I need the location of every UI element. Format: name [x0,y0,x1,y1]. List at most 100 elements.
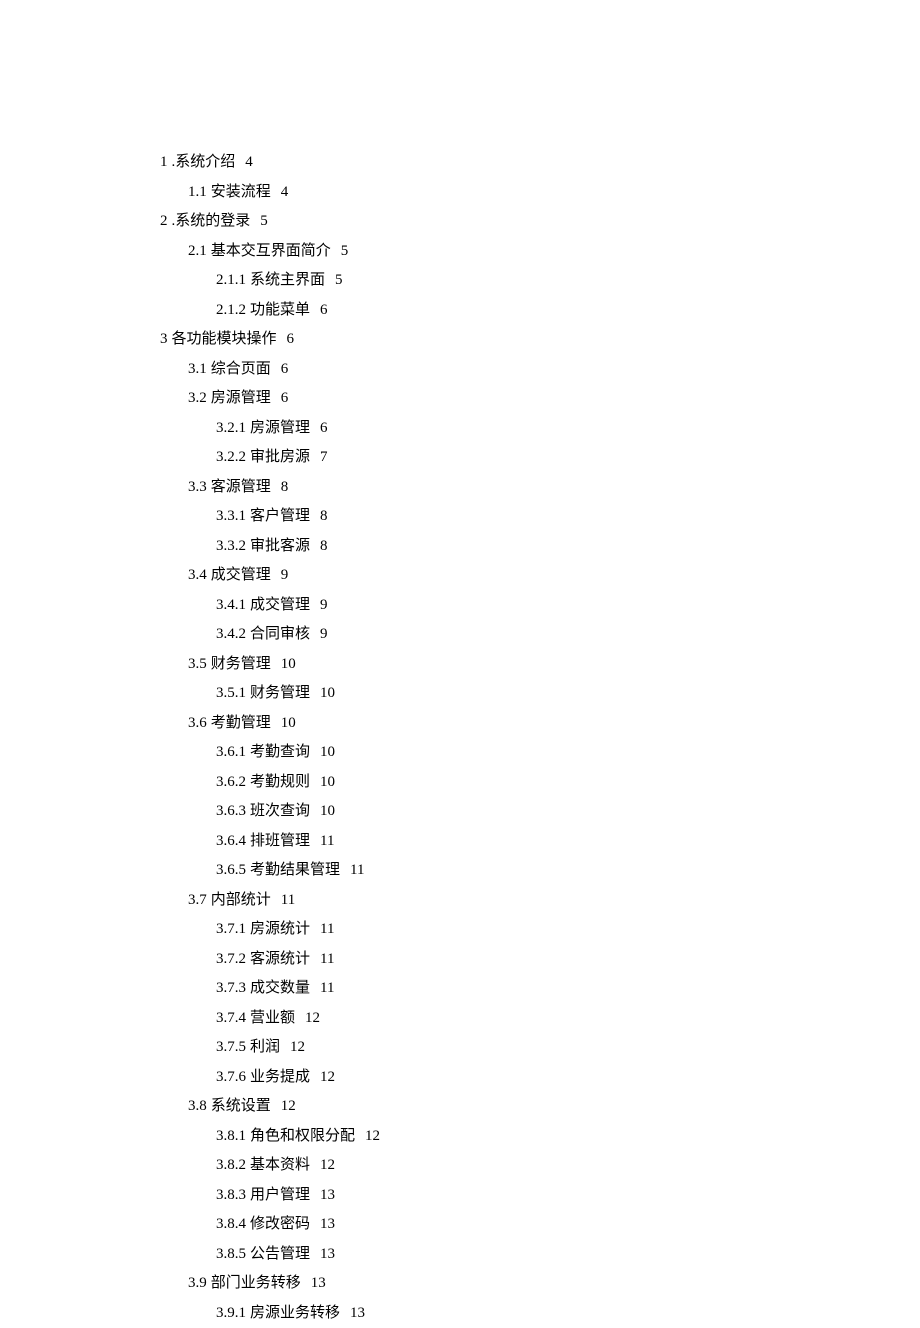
table-of-contents: 1.系统介绍4 1.1安装流程 4 2.系统的登录5 2.1基本交互界面简介5 2.1.1… [160,148,920,1328]
toc-entry-page: 10 [320,744,335,760]
toc-entry: 2.系统的登录5 [160,207,920,237]
toc-entry-title: 排班管理 [250,833,310,849]
toc-entry-number: 3.7.5 [216,1039,246,1055]
toc-entry-title: 基本资料 [250,1157,310,1173]
toc-entry-number: 3.6.4 [216,833,246,849]
toc-entry: 3.7内部统计11 [160,886,920,916]
toc-entry-title: 审批房源 [250,449,310,465]
toc-entry: 3.7.2客源统计 11 [160,945,920,975]
toc-entry-page: 9 [320,626,328,642]
toc-entry-title: 成交管理 [250,597,310,613]
toc-entry: 3.2.1房源管理6 [160,414,920,444]
toc-entry-page: 12 [320,1069,335,1085]
toc-entry-page: 7 [320,449,328,465]
toc-entry-title: 基本交互界面简介 [211,243,331,259]
toc-entry-page: 5 [335,272,343,288]
toc-entry-title: 业务提成 [250,1069,310,1085]
toc-entry-page: 9 [281,567,289,583]
toc-entry-page: 13 [320,1216,335,1232]
toc-entry-title: 客户管理 [250,508,310,524]
toc-entry-page: 11 [281,892,295,908]
toc-entry: 3.5财务管理 10 [160,650,920,680]
toc-entry-number: 3.5.1 [216,685,246,701]
toc-entry: 1.系统介绍4 [160,148,920,178]
toc-entry-number: 3.6.5 [216,862,246,878]
toc-entry-title: .系统的登录 [172,213,251,229]
toc-entry-title: 用户管理 [250,1187,310,1203]
toc-entry-number: 3.2.1 [216,420,246,436]
toc-entry-title: 客源管理 [211,479,271,495]
toc-entry-number: 3.3 [188,479,207,495]
toc-entry-page: 13 [320,1246,335,1262]
toc-entry-number: 3.3.1 [216,508,246,524]
toc-entry-page: 8 [281,479,289,495]
toc-entry-number: 1.1 [188,184,207,200]
toc-entry: 3.7.3成交数量 11 [160,974,920,1004]
toc-entry-number: 3.8.1 [216,1128,246,1144]
toc-entry-page: 8 [320,508,328,524]
toc-entry-title: 系统设置 [211,1098,271,1114]
toc-entry-title: 财务管理 [211,656,271,672]
toc-entry-number: 3.8 [188,1098,207,1114]
toc-entry-page: 6 [287,331,295,347]
toc-entry-number: 3.6.3 [216,803,246,819]
toc-entry-number: 2.1.1 [216,272,246,288]
toc-entry-page: 12 [320,1157,335,1173]
toc-entry-number: 3.2 [188,390,207,406]
toc-entry-number: 2.1 [188,243,207,259]
toc-entry-page: 11 [320,921,334,937]
toc-entry: 3.8.4修改密码13 [160,1210,920,1240]
toc-entry-title: 功能菜单 [250,302,310,318]
toc-entry-page: 6 [281,390,289,406]
toc-entry: 3.6.1考勤查询10 [160,738,920,768]
toc-entry: 3.7.6业务提成12 [160,1063,920,1093]
toc-entry-title: 角色和权限分配 [250,1128,355,1144]
toc-entry-page: 4 [245,154,253,170]
toc-entry-number: 3.8.2 [216,1157,246,1173]
toc-entry-page: 9 [320,597,328,613]
toc-entry-page: 12 [281,1098,296,1114]
toc-entry: 3.6.2考勤规则10 [160,768,920,798]
toc-entry-number: 3.8.4 [216,1216,246,1232]
toc-entry-title: 系统主界面 [250,272,325,288]
toc-entry-page: 11 [320,980,334,996]
toc-entry-page: 6 [320,420,328,436]
toc-entry-title: 合同审核 [250,626,310,642]
toc-entry: 3.2房源管理6 [160,384,920,414]
toc-entry-number: 1 [160,154,168,170]
toc-entry-title: 部门业务转移 [211,1275,301,1291]
toc-entry-page: 10 [281,656,296,672]
toc-entry: 3.4成交管理 9 [160,561,920,591]
toc-entry-title: 成交数量 [250,980,310,996]
toc-entry-page: 6 [281,361,289,377]
toc-entry-number: 3.7.3 [216,980,246,996]
toc-entry-title: 安装流程 [211,184,271,200]
toc-entry-title: 班次查询 [250,803,310,819]
toc-entry-page: 11 [320,951,334,967]
toc-entry-number: 3.4.2 [216,626,246,642]
toc-entry: 3.2.2审批房源7 [160,443,920,473]
toc-entry-number: 3.4 [188,567,207,583]
toc-entry-page: 11 [320,833,334,849]
toc-entry-page: 10 [320,803,335,819]
toc-entry-title: 成交管理 [211,567,271,583]
toc-entry-title: 考勤结果管理 [250,862,340,878]
toc-entry-number: 3.5 [188,656,207,672]
toc-entry: 2.1.2功能菜单6 [160,296,920,326]
toc-entry-title: 审批客源 [250,538,310,554]
toc-entry-page: 11 [350,862,364,878]
toc-entry-number: 3.9 [188,1275,207,1291]
toc-entry-page: 12 [305,1010,320,1026]
toc-entry-title: 考勤查询 [250,744,310,760]
toc-entry-number: 3.7.2 [216,951,246,967]
toc-entry-title: 公告管理 [250,1246,310,1262]
toc-entry: 3.4.1成交管理9 [160,591,920,621]
toc-entry: 3.3.2审批客源8 [160,532,920,562]
toc-entry-title: 客源统计 [250,951,310,967]
toc-entry-number: 3.7.1 [216,921,246,937]
toc-entry-title: 利润 [250,1039,280,1055]
toc-entry-title: 综合页面 [211,361,271,377]
toc-entry-title: 房源业务转移 [250,1305,340,1321]
toc-entry-number: 3.9.1 [216,1305,246,1321]
toc-entry-title: 考勤管理 [211,715,271,731]
